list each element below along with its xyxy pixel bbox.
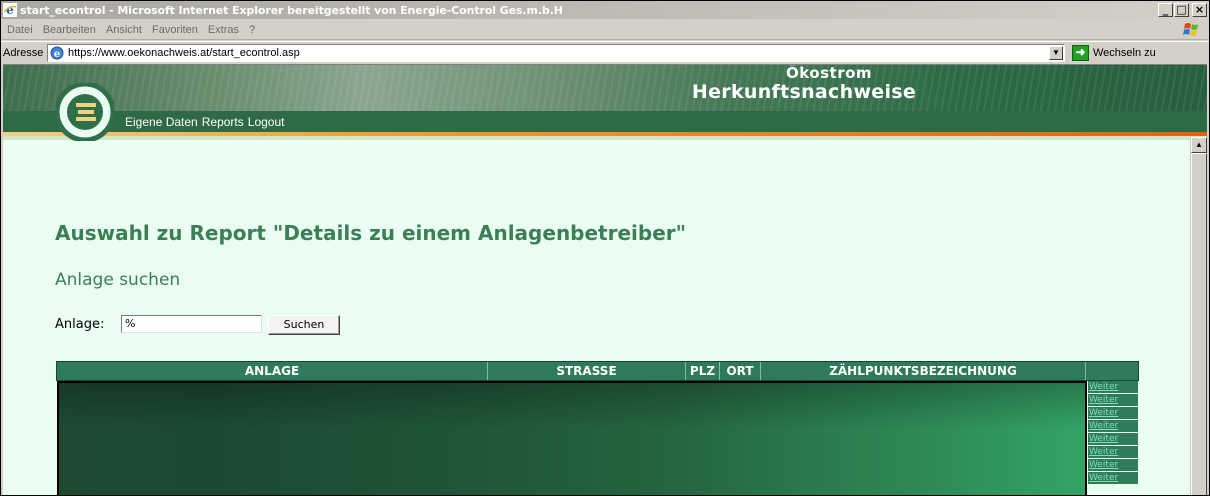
weiter-link[interactable]: Weiter xyxy=(1088,420,1138,432)
svg-text:e: e xyxy=(54,49,60,60)
weiter-link[interactable]: Weiter xyxy=(1088,381,1138,393)
nav-logout[interactable]: Logout xyxy=(248,115,285,129)
brand-line-1: Ökostrom xyxy=(785,64,873,82)
page-viewport: Eigene Daten Reports Logout Ökostrom Her… xyxy=(3,64,1207,495)
section-title: Anlage suchen xyxy=(55,270,181,290)
menu-favoriten[interactable]: Favoriten xyxy=(148,24,204,36)
econtrol-logo xyxy=(54,81,116,143)
ie-icon: e xyxy=(3,3,17,17)
menu-help[interactable]: ? xyxy=(245,24,261,36)
svg-text:e: e xyxy=(6,3,14,17)
menu-ansicht[interactable]: Ansicht xyxy=(102,24,148,36)
address-label: Adresse xyxy=(3,46,44,59)
windows-logo-icon xyxy=(1181,22,1203,38)
weiter-link[interactable]: Weiter xyxy=(1088,394,1138,406)
page-icon: e xyxy=(50,46,65,60)
address-url: https://www.oekonachweis.at/start_econtr… xyxy=(68,47,300,59)
weiter-link[interactable]: Weiter xyxy=(1088,407,1138,419)
table-body xyxy=(57,381,1087,495)
weiter-link[interactable]: Weiter xyxy=(1088,459,1138,471)
menu-extras[interactable]: Extras xyxy=(204,24,245,36)
address-bar: Adresse e https://www.oekonachweis.at/st… xyxy=(1,41,1209,63)
search-label: Anlage: xyxy=(55,317,105,332)
menu-bearbeiten[interactable]: Bearbeiten xyxy=(39,24,102,36)
site-nav: Eigene Daten Reports Logout xyxy=(125,115,284,129)
site-banner: Eigene Daten Reports Logout Ökostrom Her… xyxy=(3,65,1207,183)
close-button[interactable]: × xyxy=(1192,3,1207,17)
maximize-button[interactable]: □ xyxy=(1174,3,1189,17)
vertical-scrollbar[interactable]: ▲ xyxy=(1190,137,1207,495)
go-button[interactable]: Wechseln zu xyxy=(1093,47,1156,59)
column-header-strasse[interactable]: STRASSE xyxy=(488,362,686,380)
search-input[interactable]: % xyxy=(121,315,262,333)
chevron-down-icon[interactable]: ▼ xyxy=(1049,46,1063,60)
weiter-link[interactable]: Weiter xyxy=(1088,472,1138,484)
title-bar: e start_econtrol - Microsoft Internet Ex… xyxy=(1,1,1209,19)
weiter-column: Weiter Weiter Weiter Weiter Weiter Weite… xyxy=(1087,381,1139,495)
scroll-up-icon[interactable]: ▲ xyxy=(1191,137,1207,153)
go-arrow-icon[interactable]: ➜ xyxy=(1072,45,1089,61)
minimize-button[interactable]: _ xyxy=(1158,3,1173,17)
nav-eigene-daten[interactable]: Eigene Daten xyxy=(125,115,198,129)
column-header-plz[interactable]: PLZ xyxy=(686,362,720,380)
column-header-action xyxy=(1086,362,1138,380)
page-title: Auswahl zu Report "Details zu einem Anla… xyxy=(55,221,687,245)
weiter-link[interactable]: Weiter xyxy=(1088,446,1138,458)
menu-bar: Datei Bearbeiten Ansicht Favoriten Extra… xyxy=(1,20,1209,40)
scrollbar-thumb[interactable] xyxy=(1191,153,1207,495)
address-input[interactable]: e https://www.oekonachweis.at/start_econ… xyxy=(47,44,1065,62)
column-header-anlage[interactable]: ANLAGE xyxy=(57,362,488,380)
brand-line-2: Herkunftsnachweise xyxy=(691,81,917,103)
column-header-zaehlpunkt[interactable]: ZÄHLPUNKTSBEZEICHNUNG xyxy=(761,362,1086,380)
nav-reports[interactable]: Reports xyxy=(202,115,244,129)
window-title: start_econtrol - Microsoft Internet Expl… xyxy=(20,3,563,17)
site-brand: Ökostrom Herkunftsnachweise xyxy=(679,65,929,103)
search-button[interactable]: Suchen xyxy=(268,315,340,335)
column-header-ort[interactable]: ORT xyxy=(720,362,761,380)
weiter-link[interactable]: Weiter xyxy=(1088,433,1138,445)
table-header: ANLAGE STRASSE PLZ ORT ZÄHLPUNKTSBEZEICH… xyxy=(56,361,1139,381)
browser-window: e start_econtrol - Microsoft Internet Ex… xyxy=(0,0,1210,496)
results-table: ANLAGE STRASSE PLZ ORT ZÄHLPUNKTSBEZEICH… xyxy=(56,361,1139,495)
menu-datei[interactable]: Datei xyxy=(3,24,39,36)
